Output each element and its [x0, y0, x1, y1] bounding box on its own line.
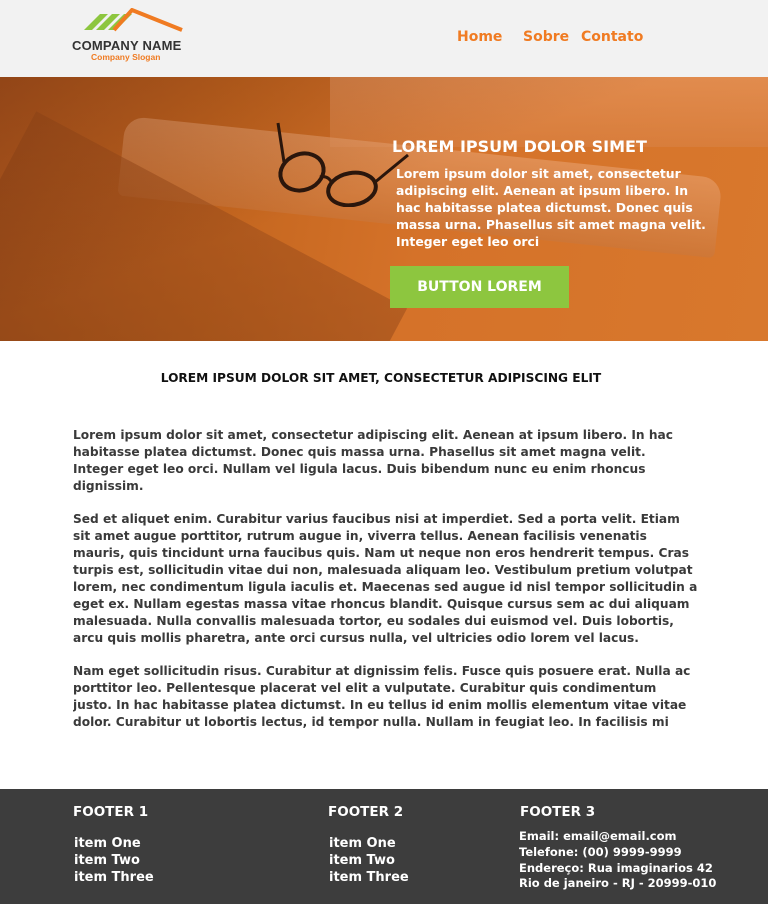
content-paragraph: Lorem ipsum dolor sit amet, consectetur …	[73, 428, 673, 493]
nav-contato[interactable]: Contato	[581, 29, 643, 45]
footer-1-list: item One item Two item Three	[74, 835, 154, 886]
footer-2-title: FOOTER 2	[328, 804, 404, 820]
main-content: Lorem ipsum dolor sit amet, consectetur …	[73, 427, 698, 749]
roof-stripes-logo-icon	[84, 8, 183, 32]
content-paragraph: Nam eget sollicitudin risus. Curabitur a…	[73, 664, 691, 729]
footer-1-item-three[interactable]: item Three	[74, 869, 154, 886]
footer-address: Endereço: Rua imaginarios 42	[519, 860, 713, 875]
hero-banner: LOREM IPSUM DOLOR SIMET Lorem ipsum dolo…	[0, 77, 768, 341]
footer-2-item-two[interactable]: item Two	[329, 852, 409, 869]
footer-2-item-one[interactable]: item One	[329, 835, 409, 852]
footer-email: Email: email@email.com	[519, 829, 677, 843]
footer-phone: Telefone: (00) 9999-9999	[519, 844, 682, 859]
nav-home[interactable]: Home	[457, 29, 502, 45]
footer-city: Rio de janeiro - RJ - 20999-010	[519, 876, 717, 891]
hero-text: Lorem ipsum dolor sit amet, consectetur …	[396, 166, 706, 249]
company-slogan: Company Slogan	[91, 52, 161, 62]
footer-1-item-one[interactable]: item One	[74, 835, 154, 852]
footer-2-item-three[interactable]: item Three	[329, 869, 409, 886]
glasses-image	[276, 122, 409, 207]
footer-1-title: FOOTER 1	[73, 804, 149, 820]
hero-cta-button[interactable]: BUTTON LOREM	[390, 266, 569, 308]
site-header: COMPANY NAME Company Slogan Home Sobre C…	[0, 0, 768, 77]
company-logo[interactable]: COMPANY NAME Company Slogan	[72, 8, 187, 64]
company-name: COMPANY NAME	[72, 38, 182, 53]
main-heading: LOREM IPSUM DOLOR SIT AMET, CONSECTETUR …	[160, 371, 602, 385]
nav-sobre[interactable]: Sobre	[523, 29, 569, 45]
footer-2-list: item One item Two item Three	[329, 835, 409, 886]
content-paragraph: Sed et aliquet enim. Curabitur varius fa…	[73, 512, 698, 645]
footer-contact-info: Email: email@email.com Telefone: (00) 99…	[519, 829, 716, 892]
footer-1-item-two[interactable]: item Two	[74, 852, 154, 869]
footer-3-title: FOOTER 3	[520, 804, 596, 820]
hero-title: LOREM IPSUM DOLOR SIMET	[392, 137, 647, 156]
site-footer: FOOTER 1 item One item Two item Three FO…	[0, 789, 768, 904]
